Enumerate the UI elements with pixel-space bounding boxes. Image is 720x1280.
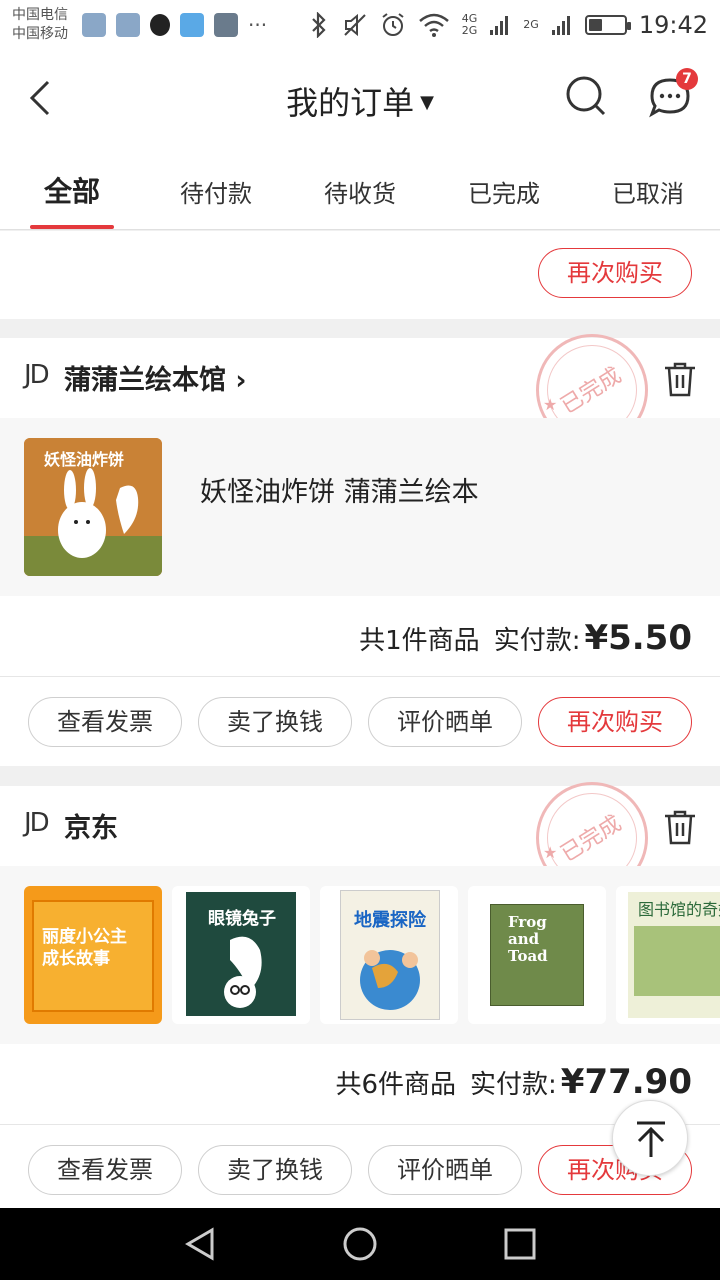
cover-title: 图书馆的奇妙夜 (638, 900, 720, 919)
tab-pending-receipt[interactable]: 待收货 (288, 146, 432, 229)
tab-pending-payment[interactable]: 待付款 (144, 146, 288, 229)
resell-button[interactable]: 卖了换钱 (198, 697, 352, 747)
delete-icon[interactable] (662, 360, 698, 398)
product-cover-image[interactable]: 眼镜兔子 (172, 886, 310, 1024)
order-summary: 共6件商品 实付款: ¥77.90 (335, 1062, 692, 1102)
status-bar: 中国电信 中国移动 ··· 4G 2G 2G 19:42 (0, 0, 720, 50)
scroll-to-top-button[interactable] (612, 1100, 688, 1176)
product-cover-image[interactable]: 丽度小公主成长故事 (24, 886, 162, 1024)
carrier-1: 中国电信 (12, 7, 68, 23)
divider (0, 676, 720, 677)
order-price: ¥5.50 (584, 618, 692, 658)
carrier-2: 中国移动 (12, 26, 68, 42)
search-icon[interactable] (562, 72, 610, 120)
notification-icons: ··· (82, 13, 267, 37)
alarm-icon (382, 13, 404, 36)
app-notification-icon (82, 13, 106, 37)
cover-title: Frog and Toad (508, 913, 548, 965)
app-header: 我的订单 ▼ 7 (0, 50, 720, 146)
order-price: ¥77.90 (560, 1062, 692, 1102)
image-icon (214, 13, 238, 37)
tab-completed[interactable]: 已完成 (432, 146, 576, 229)
signal-4g-icon: 4G 2G (461, 12, 478, 37)
nav-recents-icon[interactable] (502, 1226, 538, 1262)
tab-cancelled[interactable]: 已取消 (576, 146, 720, 229)
product-cover-image[interactable]: 地震探险 (320, 886, 458, 1024)
bluetooth-icon (311, 12, 326, 38)
signal-bars-icon (490, 16, 509, 35)
signal-2g-icon: 2G (523, 18, 539, 31)
divider (0, 1124, 720, 1125)
view-invoice-button[interactable]: 查看发票 (28, 1145, 182, 1195)
carrier-info: 中国电信 中国移动 (12, 6, 68, 44)
chevron-right-icon: › (235, 365, 247, 396)
shop-name: 京东 (64, 813, 118, 844)
jd-logo: JD (24, 360, 50, 390)
order-tabs: 全部 待付款 待收货 已完成 已取消 (0, 146, 720, 230)
cover-title: 眼镜兔子 (208, 909, 276, 929)
goods-row[interactable]: 丽度小公主成长故事 眼镜兔子 地震探险 Frog and Toad 图书馆的奇妙… (0, 866, 720, 1044)
page-title[interactable]: 我的订单 ▼ (0, 78, 720, 124)
clock: 19:42 (638, 11, 708, 39)
more-dots-icon: ··· (248, 13, 268, 37)
item-count: 共6件商品 (335, 1070, 457, 1100)
star-icon: ★ (543, 395, 558, 414)
nav-back-icon[interactable] (182, 1226, 218, 1262)
app-notification-icon (116, 13, 140, 37)
product-cover-image[interactable]: 妖怪油炸饼 (24, 438, 162, 576)
delete-icon[interactable] (662, 808, 698, 846)
nav-home-icon[interactable] (342, 1226, 378, 1262)
rebuy-button[interactable]: 再次购买 (538, 697, 692, 747)
star-icon: ★ (543, 843, 558, 862)
document-icon (180, 13, 204, 37)
paid-label: 实付款: (470, 1070, 557, 1100)
order-card-partial: 再次购买 (0, 231, 720, 319)
cover-title: 地震探险 (354, 910, 426, 931)
item-count: 共1件商品 (359, 626, 480, 656)
review-button[interactable]: 评价晒单 (368, 697, 522, 747)
resell-button[interactable]: 卖了换钱 (198, 1145, 352, 1195)
shop-name: 蒲蒲兰绘本馆 › (64, 365, 247, 396)
message-count-badge: 7 (676, 68, 698, 90)
book-illustration (224, 936, 262, 1008)
tab-all[interactable]: 全部 (0, 146, 144, 229)
wifi-icon (418, 13, 449, 37)
battery-icon (584, 15, 631, 35)
mute-icon (344, 13, 366, 37)
order-summary: 共1件商品 实付款: ¥5.50 (359, 618, 692, 658)
signal-bars-icon (551, 16, 570, 35)
rebuy-button[interactable]: 再次购买 (538, 248, 692, 298)
product-cover-image[interactable]: 图书馆的奇妙夜 (616, 886, 720, 1024)
cover-title: 丽度小公主成长故事 (42, 927, 127, 969)
system-nav-bar (0, 1208, 720, 1280)
order-card: JD 蒲蒲兰绘本馆 › 已完成 ★ 妖怪油炸饼 妖怪油炸饼 蒲蒲兰绘本 共1件商… (0, 334, 720, 766)
dropdown-caret-icon: ▼ (420, 92, 434, 113)
paid-label: 实付款: (493, 626, 581, 656)
book-illustration (360, 950, 420, 1010)
qq-icon (150, 14, 170, 36)
jd-logo: JD (24, 808, 50, 838)
view-invoice-button[interactable]: 查看发票 (28, 697, 182, 747)
arrow-up-icon (637, 1121, 665, 1157)
product-title[interactable]: 妖怪油炸饼 蒲蒲兰绘本 (200, 470, 479, 509)
cover-title: 妖怪油炸饼 (44, 450, 125, 469)
review-button[interactable]: 评价晒单 (368, 1145, 522, 1195)
product-cover-image[interactable]: Frog and Toad (468, 886, 606, 1024)
goods-row[interactable]: 妖怪油炸饼 妖怪油炸饼 蒲蒲兰绘本 (0, 418, 720, 596)
